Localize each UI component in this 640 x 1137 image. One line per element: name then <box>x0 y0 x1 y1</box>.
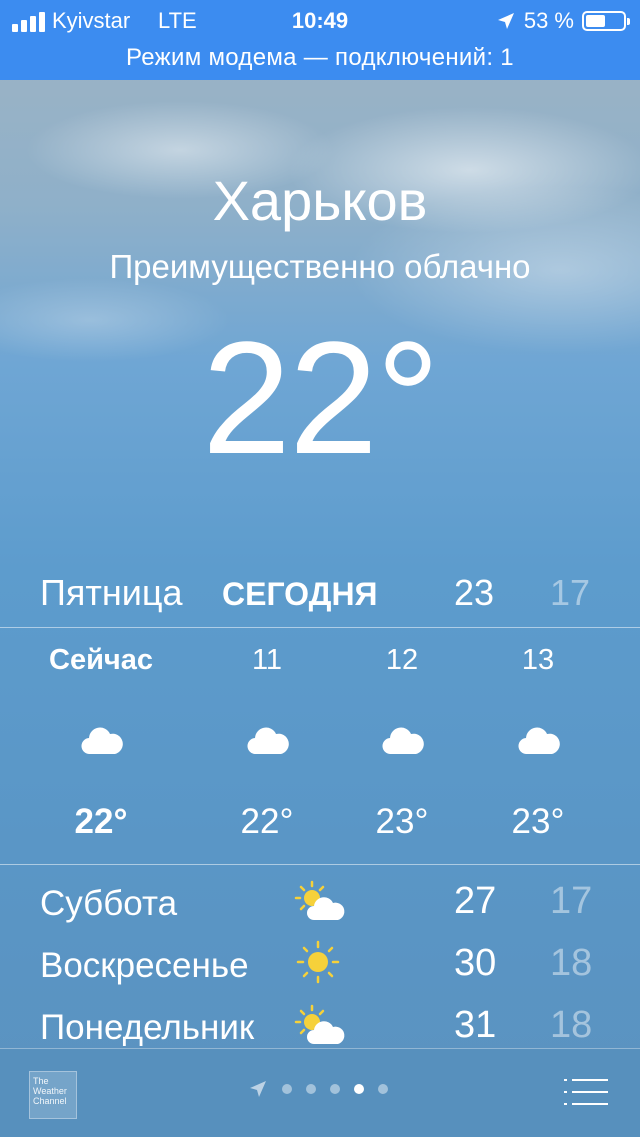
weather-channel-logo[interactable]: The Weather Channel <box>29 1071 77 1119</box>
partly-sunny-icon <box>294 880 345 920</box>
hour-temp: 23° <box>375 802 429 841</box>
page-dot[interactable] <box>282 1084 292 1094</box>
hourly-forecast[interactable]: Сейчас 22° 11 22° 12 23° 13 23° <box>0 628 640 864</box>
today-label: СЕГОДНЯ <box>222 576 378 612</box>
bottom-toolbar: The Weather Channel <box>0 1048 640 1137</box>
sun-icon <box>296 940 340 984</box>
daily-day: Понедельник <box>40 1008 255 1047</box>
daily-day: Суббота <box>40 884 178 923</box>
battery-icon <box>582 11 630 31</box>
hour-time: 13 <box>521 644 555 676</box>
hour-time: Сейчас <box>49 644 153 676</box>
daily-low: 18 <box>550 1004 593 1046</box>
daily-row: Суббота 27 17 <box>0 880 640 944</box>
daily-day: Воскресенье <box>40 946 249 985</box>
hotspot-banner[interactable]: Режим модема — подключений: 1 <box>0 44 640 72</box>
status-right: 53 % <box>496 6 630 36</box>
today-high: 23 <box>454 572 495 613</box>
daily-high: 31 <box>454 1004 497 1046</box>
current-temperature: 22° <box>202 308 440 487</box>
hour-temp: 23° <box>511 802 565 841</box>
page-dot[interactable] <box>330 1084 340 1094</box>
hour-time: 12 <box>385 644 419 676</box>
today-low: 17 <box>550 572 591 613</box>
daily-low: 17 <box>550 880 593 922</box>
hour-time: 11 <box>251 644 283 676</box>
location-arrow-icon <box>497 13 514 29</box>
page-dot[interactable] <box>378 1084 388 1094</box>
city-list-icon[interactable] <box>562 1077 610 1107</box>
city-name: Харьков <box>212 169 428 232</box>
cloud-icon <box>382 727 424 755</box>
page-dot[interactable] <box>354 1084 364 1094</box>
daily-row: Воскресенье 30 18 <box>0 940 640 1006</box>
divider <box>0 864 640 865</box>
hour-temp: 22° <box>240 802 294 841</box>
today-summary: Пятница СЕГОДНЯ 23 17 <box>0 566 640 626</box>
cloud-icon <box>247 727 289 755</box>
page-dot[interactable] <box>306 1084 316 1094</box>
today-day: Пятница <box>40 572 183 613</box>
page-indicator[interactable] <box>248 1079 388 1099</box>
battery-percent: 53 % <box>523 8 574 33</box>
daily-high: 27 <box>454 880 497 922</box>
cloud-icon <box>518 727 560 755</box>
partly-sunny-icon <box>294 1004 345 1044</box>
hour-temp: 22° <box>74 802 128 841</box>
daily-high: 30 <box>454 942 497 984</box>
status-bar: Kyivstar LTE 10:49 53 % Режим модема — п… <box>0 0 640 80</box>
daily-low: 18 <box>550 942 593 984</box>
weather-condition: Преимущественно облачно <box>109 248 531 285</box>
location-arrow-icon <box>250 1081 266 1097</box>
cloud-icon <box>81 727 123 755</box>
page-dots <box>282 1084 388 1094</box>
